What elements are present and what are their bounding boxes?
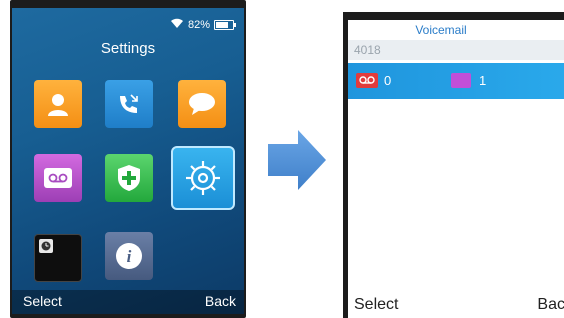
softkey-bar: Select Back: [348, 294, 564, 318]
voicemail-row[interactable]: 0 1: [348, 63, 564, 99]
right-phone-device: Voicemail 4018 0 1 Select Back: [343, 12, 564, 318]
new-voicemail-count: 0: [384, 73, 392, 88]
left-phone-device: 82% Settings i Select Back: [10, 0, 246, 318]
voicemail-screen: Voicemail 4018 0 1 Select Back: [348, 20, 564, 318]
select-softkey[interactable]: Select: [23, 293, 62, 309]
call-history-icon: [115, 90, 143, 118]
battery-percent: 82%: [187, 19, 210, 31]
back-softkey[interactable]: Back: [205, 293, 236, 309]
select-softkey[interactable]: Select: [354, 296, 398, 314]
clock-icon: [39, 239, 53, 253]
softkey-bar: Select Back: [12, 290, 244, 314]
old-voicemail-count: 1: [479, 73, 487, 88]
call-history-app-button[interactable]: [105, 80, 153, 128]
voicemail-tape-icon: [356, 73, 378, 88]
account-number: 4018: [354, 43, 381, 57]
wifi-icon: [170, 18, 184, 32]
voicemail-app-button[interactable]: [34, 154, 82, 202]
page-title: Voicemail: [415, 23, 467, 37]
settings-app-button[interactable]: [171, 146, 235, 210]
status-bar: 82%: [170, 18, 236, 32]
security-app-button[interactable]: [105, 154, 153, 202]
shield-plus-icon: [117, 164, 141, 192]
settings-screen: 82% Settings i Select Back: [12, 8, 244, 314]
svg-text:i: i: [127, 247, 132, 266]
arrow-right-icon: [268, 124, 328, 201]
contacts-app-button[interactable]: [34, 80, 82, 128]
voicemail-icon: [43, 167, 73, 189]
header: Voicemail: [348, 20, 564, 41]
info-icon: i: [114, 241, 144, 271]
gear-icon: [183, 158, 223, 198]
account-bar: 4018: [348, 40, 564, 60]
clock-app-button[interactable]: [34, 234, 82, 282]
message-bubble-icon: [187, 91, 217, 117]
battery-icon: [214, 20, 236, 30]
message-icon: [451, 73, 471, 88]
page-title: Settings: [100, 40, 156, 57]
info-app-button[interactable]: i: [105, 232, 153, 280]
contacts-icon: [45, 91, 71, 117]
messages-app-button[interactable]: [178, 80, 226, 128]
back-softkey[interactable]: Back: [537, 296, 564, 314]
